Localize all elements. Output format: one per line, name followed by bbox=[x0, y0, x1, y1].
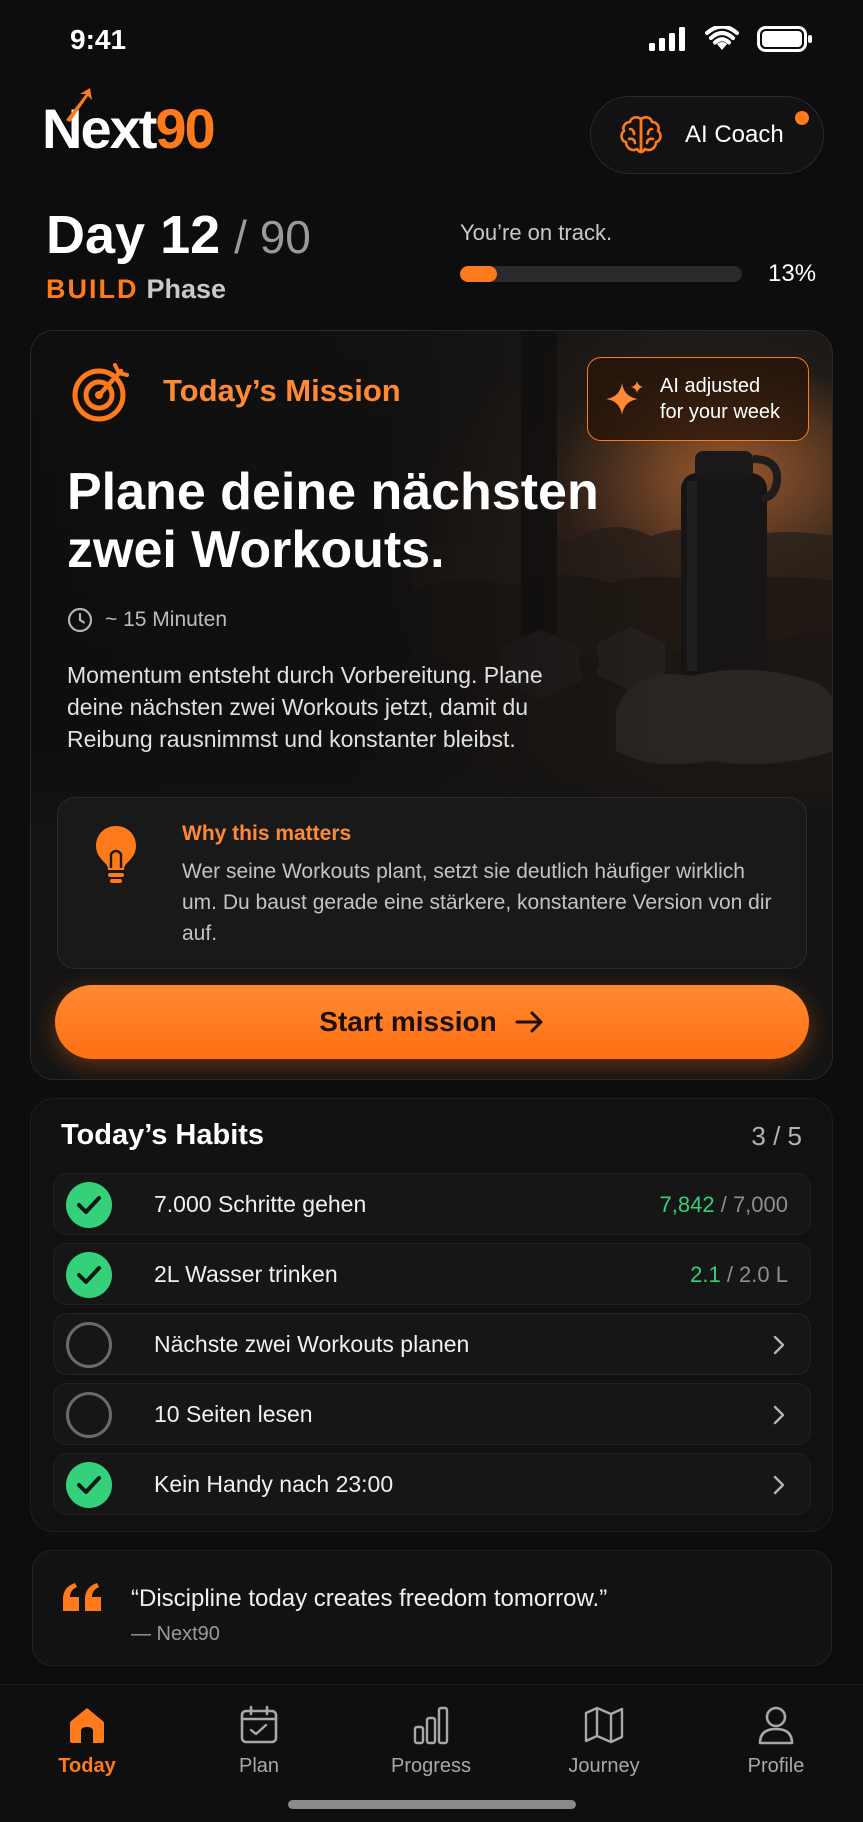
habits-title: Today’s Habits bbox=[61, 1119, 265, 1151]
ai-coach-label: AI Coach bbox=[685, 121, 784, 148]
lightbulb-icon bbox=[96, 826, 136, 883]
habit-label: Kein Handy nach 23:00 bbox=[154, 1471, 394, 1497]
ai-adjusted-badge: AI adjusted for your week bbox=[587, 357, 809, 441]
tab-journey[interactable]: Journey bbox=[534, 1705, 674, 1778]
sparkle-icon bbox=[606, 381, 643, 415]
quote-icon bbox=[63, 1583, 101, 1611]
wifi-icon bbox=[705, 26, 739, 50]
habits-card: Today’s Habits 3 / 5 7.000 Schritte gehe… bbox=[30, 1098, 833, 1532]
tab-label: Plan bbox=[238, 1755, 280, 1777]
habit-value: 2.1 / 2.0 L bbox=[690, 1262, 788, 1287]
tab-plan[interactable]: Plan bbox=[189, 1705, 329, 1778]
mission-header: Today’s Mission bbox=[69, 359, 401, 423]
why-text: Wer seine Workouts plant, setzt sie deut… bbox=[182, 860, 772, 945]
habit-checkbox[interactable] bbox=[66, 1462, 112, 1508]
phase-label: BUILD Phase bbox=[46, 274, 226, 305]
mission-section-title: Today’s Mission bbox=[163, 373, 401, 408]
habit-label: Nächste zwei Workouts planen bbox=[154, 1331, 470, 1357]
habit-checkbox[interactable] bbox=[66, 1322, 112, 1368]
chevron-right-icon bbox=[773, 1405, 785, 1425]
logo-arrow-icon bbox=[66, 88, 92, 122]
habit-row-no-phone[interactable]: Kein Handy nach 23:00 bbox=[53, 1453, 811, 1515]
track-status: You’re on track. bbox=[460, 220, 613, 245]
habit-value: 7,842 / 7,000 bbox=[659, 1192, 788, 1217]
phase-word: Phase bbox=[146, 274, 227, 304]
checkmark-icon bbox=[77, 1266, 101, 1284]
home-indicator bbox=[288, 1800, 576, 1809]
chevron-right-icon bbox=[773, 1335, 785, 1355]
habit-row-read[interactable]: 10 Seiten lesen bbox=[53, 1383, 811, 1445]
habit-label: 10 Seiten lesen bbox=[154, 1401, 313, 1427]
quote-author: — Next90 bbox=[131, 1623, 220, 1645]
clock-icon bbox=[67, 607, 93, 633]
day-total: / 90 bbox=[234, 211, 311, 263]
progress-percent: 13% bbox=[768, 260, 817, 287]
map-icon bbox=[584, 1706, 624, 1744]
mission-card: Today’s Mission AI adjusted for your wee… bbox=[30, 330, 833, 1080]
ai-badge-line2: for your week bbox=[660, 401, 781, 423]
app-logo: Next90 bbox=[42, 88, 216, 161]
checkmark-icon bbox=[77, 1196, 101, 1214]
mission-headline: Plane deine nächsten zwei Workouts. bbox=[67, 463, 627, 579]
battery-icon bbox=[757, 26, 812, 52]
tab-label: Today bbox=[58, 1755, 116, 1777]
habit-row-steps[interactable]: 7.000 Schritte gehen 7,842 / 7,000 bbox=[53, 1173, 811, 1235]
phase-key: BUILD bbox=[46, 274, 139, 304]
tab-label: Profile bbox=[747, 1755, 805, 1777]
habits-count: 3 / 5 bbox=[751, 1121, 802, 1151]
day-counter: Day 12 / 90 bbox=[46, 204, 311, 266]
day-label: Day 12 bbox=[46, 205, 221, 265]
ai-coach-button[interactable]: AI Coach bbox=[590, 96, 824, 174]
target-icon bbox=[72, 363, 129, 422]
habit-row-water[interactable]: 2L Wasser trinken 2.1 / 2.0 L bbox=[53, 1243, 811, 1305]
habit-label: 7.000 Schritte gehen bbox=[154, 1191, 367, 1217]
chevron-right-icon bbox=[773, 1475, 785, 1495]
start-mission-button[interactable]: Start mission bbox=[55, 985, 809, 1059]
habit-label: 2L Wasser trinken bbox=[154, 1261, 338, 1287]
mission-headline-line2: zwei Workouts. bbox=[67, 521, 445, 579]
quote-card: “Discipline today creates freedom tomorr… bbox=[32, 1550, 832, 1666]
tab-label: Journey bbox=[568, 1755, 640, 1777]
signal-icon bbox=[649, 27, 685, 51]
brain-icon bbox=[620, 116, 662, 154]
checkmark-icon bbox=[77, 1476, 101, 1494]
calendar-icon bbox=[240, 1705, 278, 1744]
notification-dot bbox=[795, 111, 809, 125]
mission-duration: ~ 15 Minuten bbox=[67, 607, 227, 633]
bar-chart-icon bbox=[413, 1706, 449, 1745]
habit-checkbox[interactable] bbox=[66, 1182, 112, 1228]
why-this-matters-box: Why this matters Wer seine Workouts plan… bbox=[57, 797, 807, 969]
tab-profile[interactable]: Profile bbox=[706, 1705, 846, 1778]
mission-description: Momentum entsteht durch Vorbereitung. Pl… bbox=[67, 662, 543, 752]
arrow-right-icon bbox=[515, 1011, 543, 1033]
habit-row-plan-workouts[interactable]: Nächste zwei Workouts planen bbox=[53, 1313, 811, 1375]
why-title: Why this matters bbox=[182, 822, 352, 845]
mission-headline-line1: Plane deine nächsten bbox=[67, 463, 599, 521]
habit-checkbox[interactable] bbox=[66, 1392, 112, 1438]
quote-text: “Discipline today creates freedom tomorr… bbox=[131, 1585, 608, 1612]
home-icon bbox=[70, 1708, 104, 1743]
progress-bar-fill bbox=[460, 266, 497, 282]
progress-bar bbox=[460, 266, 742, 282]
habit-checkbox[interactable] bbox=[66, 1252, 112, 1298]
logo-number: 90 bbox=[155, 97, 215, 160]
tab-label: Progress bbox=[390, 1755, 472, 1777]
mission-duration-text: ~ 15 Minuten bbox=[105, 608, 228, 631]
status-icons bbox=[649, 26, 813, 52]
status-time: 9:41 bbox=[70, 24, 127, 55]
user-icon bbox=[758, 1706, 794, 1745]
ai-badge-line1: AI adjusted bbox=[660, 375, 761, 397]
start-mission-label: Start mission bbox=[319, 1006, 497, 1037]
tab-today[interactable]: Today bbox=[17, 1705, 157, 1778]
tab-progress[interactable]: Progress bbox=[361, 1705, 501, 1778]
